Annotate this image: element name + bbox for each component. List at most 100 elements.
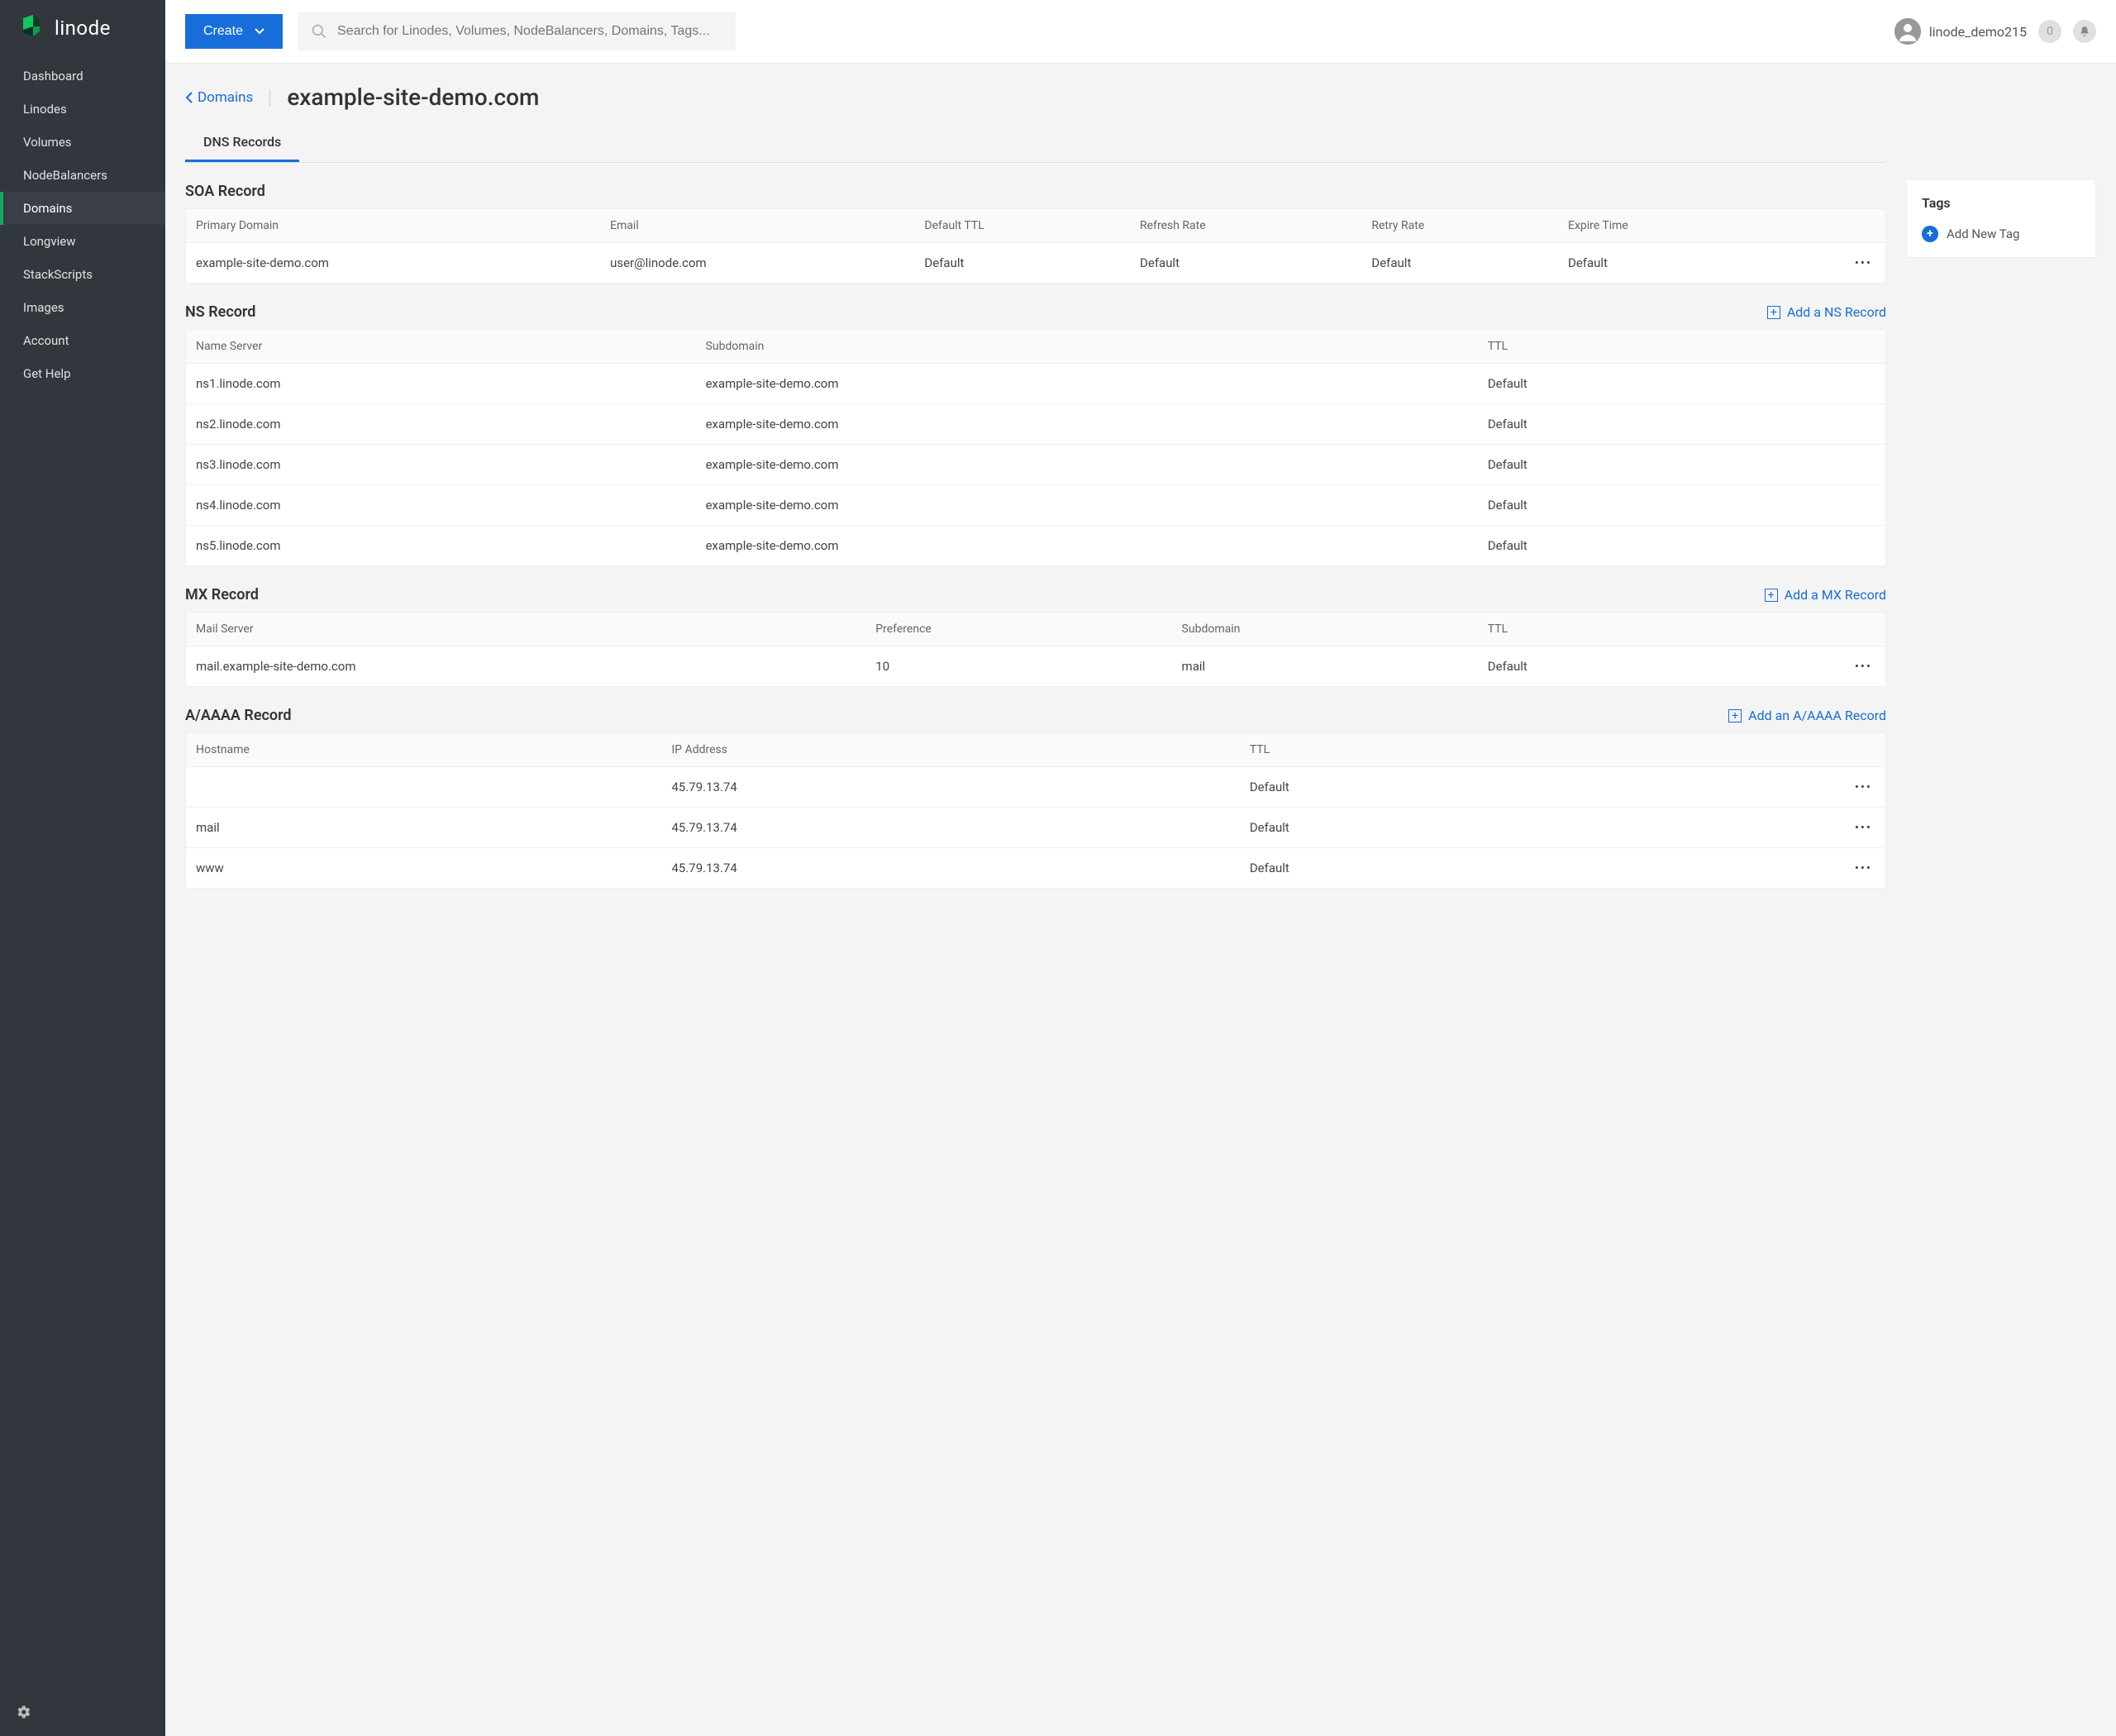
table-row: mail 45.79.13.74 Default ••• [186,808,1886,848]
plus-box-icon: + [1728,709,1742,723]
bell-icon[interactable] [2073,20,2096,43]
soa-section: SOA Record Primary Domain Email Default … [185,183,1886,284]
sidebar-item-longview[interactable]: Longview [0,225,165,258]
gear-icon [17,1705,149,1719]
mx-section: MX Record + Add a MX Record Mail Server … [185,586,1886,687]
page-header: Domains example-site-demo.com [185,64,1886,124]
table-row: mail.example-site-demo.com 10 mail Defau… [186,646,1886,687]
table-row: ns2.linode.comexample-site-demo.comDefau… [186,404,1886,445]
soa-retry: Default [1361,243,1558,284]
tabs: DNS Records [185,124,1886,163]
search-container [298,12,736,50]
create-button-label: Create [203,24,243,39]
ns-col-sub: Subdomain [696,330,1478,364]
row-actions-button[interactable]: ••• [1775,243,1885,284]
a-col-ttl: TTL [1240,733,1622,767]
soa-refresh: Default [1130,243,1361,284]
mx-col-server: Mail Server [186,613,866,646]
plus-box-icon: + [1767,306,1780,319]
sidebar-item-nodebalancers[interactable]: NodeBalancers [0,159,165,192]
search-input[interactable] [337,24,722,39]
chevron-left-icon [185,92,193,103]
soa-email: user@linode.com [600,243,914,284]
sidebar-item-domains[interactable]: Domains [0,192,165,225]
table-row: www 45.79.13.74 Default ••• [186,848,1886,889]
plus-box-icon: + [1765,589,1778,602]
row-actions-button[interactable]: ••• [1622,848,1885,889]
breadcrumb-parent-label: Domains [198,89,253,106]
soa-domain: example-site-demo.com [186,243,601,284]
soa-table: Primary Domain Email Default TTL Refresh… [185,208,1886,284]
a-col-ip: IP Address [661,733,1239,767]
add-mx-label: Add a MX Record [1785,587,1886,603]
add-a-label: Add an A/AAAA Record [1748,708,1886,723]
table-row: 45.79.13.74 Default ••• [186,767,1886,808]
add-ns-label: Add a NS Record [1787,304,1886,320]
soa-col-email: Email [600,209,914,243]
ns-col-ttl: TTL [1478,330,1886,364]
plus-circle-icon: + [1922,226,1938,242]
sidebar-item-volumes[interactable]: Volumes [0,126,165,159]
sidebar: linode Dashboard Linodes Volumes NodeBal… [0,0,165,1736]
chevron-down-icon [255,28,264,35]
mx-col-sub: Subdomain [1172,613,1478,646]
notification-count-badge[interactable]: 0 [2038,20,2061,43]
user-avatar-icon [1894,18,1921,45]
soa-col-ttl: Default TTL [914,209,1130,243]
add-ns-record-button[interactable]: + Add a NS Record [1767,304,1886,320]
sidebar-item-account[interactable]: Account [0,324,165,357]
sidebar-item-dashboard[interactable]: Dashboard [0,60,165,93]
a-table: Hostname IP Address TTL 45.79.13.74 Defa… [185,732,1886,889]
soa-col-primary: Primary Domain [186,209,601,243]
tab-dns-records[interactable]: DNS Records [185,124,299,162]
sidebar-item-get-help[interactable]: Get Help [0,357,165,390]
topbar: Create linode_demo215 0 [165,0,2116,64]
breadcrumb-parent-link[interactable]: Domains [185,89,270,106]
soa-col-expire: Expire Time [1558,209,1775,243]
user-menu[interactable]: linode_demo215 [1894,18,2027,45]
nav-list: Dashboard Linodes Volumes NodeBalancers … [0,60,165,390]
ns-title: NS Record [185,303,255,321]
ns-col-name: Name Server [186,330,696,364]
mx-table: Mail Server Preference Subdomain TTL mai… [185,612,1886,687]
ns-section: NS Record + Add a NS Record Name Server … [185,303,1886,566]
add-mx-record-button[interactable]: + Add a MX Record [1765,587,1886,603]
table-row: example-site-demo.com user@linode.com De… [186,243,1886,284]
a-col-host: Hostname [186,733,662,767]
a-section: A/AAAA Record + Add an A/AAAA Record Hos… [185,707,1886,889]
add-tag-label: Add New Tag [1947,227,2019,241]
tags-title: Tags [1922,195,2080,211]
page-title: example-site-demo.com [287,83,539,111]
sidebar-item-images[interactable]: Images [0,291,165,324]
row-actions-button[interactable]: ••• [1622,767,1885,808]
add-a-record-button[interactable]: + Add an A/AAAA Record [1728,708,1886,723]
main-area: Create linode_demo215 0 [165,0,2116,1736]
a-title: A/AAAA Record [185,707,292,724]
sidebar-item-linodes[interactable]: Linodes [0,93,165,126]
brand-name: linode [55,17,111,40]
ns-table: Name Server Subdomain TTL ns1.linode.com… [185,329,1886,566]
table-row: ns1.linode.comexample-site-demo.comDefau… [186,364,1886,404]
soa-col-refresh: Refresh Rate [1130,209,1361,243]
create-button[interactable]: Create [185,14,283,49]
soa-ttl: Default [914,243,1130,284]
search-icon [311,23,327,40]
mx-col-ttl: TTL [1478,613,1719,646]
username-label: linode_demo215 [1929,24,2027,40]
sidebar-item-stackscripts[interactable]: StackScripts [0,258,165,291]
settings-button[interactable] [0,1688,165,1736]
table-row: ns5.linode.comexample-site-demo.comDefau… [186,526,1886,566]
tags-card: Tags + Add New Tag [1906,179,2096,258]
table-row: ns3.linode.comexample-site-demo.comDefau… [186,445,1886,485]
row-actions-button[interactable]: ••• [1719,646,1886,687]
linode-logo-icon [18,15,45,41]
soa-col-retry: Retry Rate [1361,209,1558,243]
mx-title: MX Record [185,586,259,603]
row-actions-button[interactable]: ••• [1622,808,1885,848]
add-tag-button[interactable]: + Add New Tag [1922,226,2080,242]
soa-expire: Default [1558,243,1775,284]
table-row: ns4.linode.comexample-site-demo.comDefau… [186,485,1886,526]
brand-logo[interactable]: linode [0,0,165,60]
mx-col-pref: Preference [865,613,1171,646]
soa-title: SOA Record [185,183,265,200]
